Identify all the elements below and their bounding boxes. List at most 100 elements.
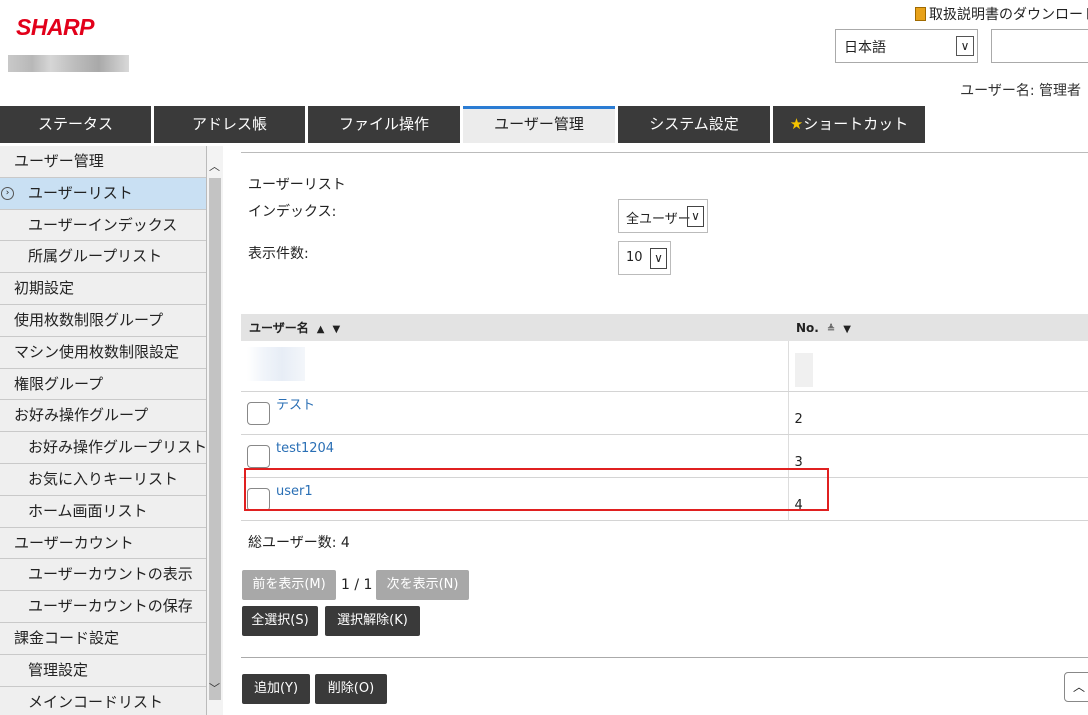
main-tabs: ステータス アドレス帳 ファイル操作 ユーザー管理 システム設定 ★ショートカッ… bbox=[0, 106, 1088, 143]
column-header-no[interactable]: No. ≜ ▼ bbox=[788, 314, 1088, 341]
no-cell: 4 bbox=[788, 477, 1088, 521]
column-header-no-label: No. bbox=[796, 320, 819, 335]
count-select-value: 10 bbox=[626, 250, 643, 265]
add-button[interactable]: 追加(Y) bbox=[242, 674, 310, 704]
sidebar-item-label: お好み操作グループリスト bbox=[28, 438, 207, 457]
divider bbox=[241, 152, 1088, 153]
filter-icon[interactable]: ▼ bbox=[843, 324, 851, 335]
tab-status[interactable]: ステータス bbox=[0, 106, 151, 143]
tab-shortcut[interactable]: ★ショートカット bbox=[773, 106, 925, 143]
sidebar-item-label: ユーザーリスト bbox=[28, 183, 133, 202]
index-select[interactable]: 全ユーザー ∨ bbox=[618, 199, 708, 233]
sidebar-item-favorite-group-list[interactable]: お好み操作グループリスト bbox=[0, 432, 206, 464]
count-select[interactable]: 10 ∨ bbox=[618, 241, 671, 275]
chevron-down-icon: ∨ bbox=[956, 36, 974, 56]
sidebar-item-user-count-save[interactable]: ユーザーカウントの保存 bbox=[0, 591, 206, 623]
index-select-value: 全ユーザー bbox=[626, 212, 691, 227]
scroll-down-icon[interactable]: ﹀ bbox=[209, 680, 220, 696]
no-cell: 3 bbox=[788, 434, 1088, 478]
sidebar-item-user-management[interactable]: ユーザー管理 bbox=[0, 146, 206, 178]
user-link[interactable]: test1204 bbox=[276, 441, 334, 456]
header-input[interactable] bbox=[991, 29, 1088, 63]
column-header-username-label: ユーザー名 bbox=[249, 321, 309, 335]
sidebar-item-favorite-group[interactable]: お好み操作グループ bbox=[0, 400, 206, 433]
sidebar-item-admin-settings[interactable]: 管理設定 bbox=[0, 655, 206, 687]
table-row: テスト 2 bbox=[241, 391, 1088, 435]
sidebar-item-page-limit-group[interactable]: 使用枚数制限グループ bbox=[0, 305, 206, 337]
chevron-down-icon: ∨ bbox=[687, 206, 704, 227]
no-cell: 2 bbox=[788, 391, 1088, 435]
sidebar-item-label: ユーザーインデックス bbox=[28, 215, 178, 234]
sidebar-item-favorite-key-list[interactable]: お気に入りキーリスト bbox=[0, 464, 206, 496]
star-icon: ★ bbox=[789, 115, 804, 133]
blurred-user bbox=[247, 347, 305, 381]
select-all-button[interactable]: 全選択(S) bbox=[242, 606, 318, 636]
sidebar-item-user-list[interactable]: › ユーザーリスト bbox=[0, 177, 206, 210]
sidebar-item-label: お気に入りキーリスト bbox=[28, 469, 179, 488]
page-indicator: 1 / 1 bbox=[341, 577, 373, 593]
user-link[interactable]: テスト bbox=[276, 398, 315, 413]
sidebar-item-label: 管理設定 bbox=[28, 660, 89, 679]
sidebar-scrollbar[interactable]: ︿ ﹀ bbox=[207, 146, 223, 715]
table-row bbox=[241, 341, 1088, 392]
prev-page-button[interactable]: 前を表示(M) bbox=[242, 570, 336, 600]
tab-user-management[interactable]: ユーザー管理 bbox=[463, 106, 615, 143]
logged-in-user: ユーザー名: 管理者 bbox=[960, 83, 1081, 99]
sidebar-item-label: 所属グループリスト bbox=[28, 247, 163, 266]
sidebar-item-machine-page-limit[interactable]: マシン使用枚数制限設定 bbox=[0, 337, 206, 369]
scroll-thumb[interactable] bbox=[209, 178, 221, 700]
device-name-blurred bbox=[8, 55, 129, 72]
tab-address-book-label: アドレス帳 bbox=[191, 115, 267, 133]
main-content: ユーザーリスト インデックス: 全ユーザー ∨ 表示件数: 10 ∨ ユーザー名… bbox=[224, 146, 1088, 715]
sidebar-item-billing-code[interactable]: 課金コード設定 bbox=[0, 623, 206, 655]
tab-user-management-label: ユーザー管理 bbox=[494, 115, 584, 133]
book-icon bbox=[915, 7, 926, 21]
highlight-box bbox=[244, 468, 829, 511]
sidebar-item-label: ユーザーカウントの保存 bbox=[28, 597, 193, 616]
sidebar-item-label: 使用枚数制限グループ bbox=[14, 310, 164, 329]
language-value: 日本語 bbox=[844, 40, 886, 56]
next-page-button[interactable]: 次を表示(N) bbox=[376, 570, 469, 600]
tab-file-operation[interactable]: ファイル操作 bbox=[308, 106, 460, 143]
row-checkbox[interactable] bbox=[247, 401, 270, 425]
user-cell: テスト bbox=[241, 391, 789, 435]
user-cell-blurred bbox=[241, 341, 789, 392]
tab-system-settings[interactable]: システム設定 bbox=[618, 106, 770, 143]
sidebar-item-label: マシン使用枚数制限設定 bbox=[14, 342, 180, 361]
sidebar-item-initial-settings[interactable]: 初期設定 bbox=[0, 273, 206, 305]
total-users-label: 総ユーザー数: bbox=[248, 535, 337, 551]
total-users: 総ユーザー数: 4 bbox=[248, 532, 350, 552]
column-header-username[interactable]: ユーザー名 ▲ ▼ bbox=[241, 314, 788, 341]
scroll-to-top-icon[interactable]: ︿ bbox=[1064, 672, 1088, 702]
delete-button[interactable]: 削除(O) bbox=[315, 674, 387, 704]
divider bbox=[241, 657, 1088, 658]
sort-asc-icon[interactable]: ▲ bbox=[317, 324, 325, 335]
section-title: ユーザーリスト bbox=[248, 177, 346, 193]
index-label: インデックス: bbox=[248, 204, 337, 220]
scroll-up-icon[interactable]: ︿ bbox=[209, 158, 220, 174]
sidebar-item-user-count[interactable]: ユーザーカウント bbox=[0, 528, 206, 560]
sidebar-item-authority-group[interactable]: 権限グループ bbox=[0, 369, 206, 401]
sidebar-item-user-count-display[interactable]: ユーザーカウントの表示 bbox=[0, 559, 206, 592]
sidebar-item-label: メインコードリスト bbox=[28, 692, 164, 711]
no-cell-blurred bbox=[788, 341, 1088, 392]
header: SHARP 取扱説明書のダウンロード 日本語 ∨ ユーザー名: 管理者 bbox=[0, 0, 1088, 106]
sidebar-item-user-index[interactable]: ユーザーインデックス bbox=[0, 210, 206, 242]
sidebar-item-label: 権限グループ bbox=[14, 374, 104, 393]
tab-address-book[interactable]: アドレス帳 bbox=[154, 106, 305, 143]
filter-icon[interactable]: ▼ bbox=[332, 324, 340, 335]
tab-shortcut-label: ショートカット bbox=[803, 115, 909, 133]
sidebar-item-main-code-list[interactable]: メインコードリスト bbox=[0, 687, 206, 715]
chevron-right-circle-icon: › bbox=[1, 186, 14, 200]
sharp-logo: SHARP bbox=[16, 14, 95, 40]
deselect-button[interactable]: 選択解除(K) bbox=[325, 606, 420, 636]
sort-icon[interactable]: ≜ bbox=[827, 324, 835, 335]
manual-download-label: 取扱説明書のダウンロード bbox=[929, 7, 1088, 23]
language-select[interactable]: 日本語 ∨ bbox=[835, 29, 978, 63]
sidebar-item-label: お好み操作グループ bbox=[14, 406, 149, 425]
row-checkbox[interactable] bbox=[247, 444, 270, 468]
sidebar-item-label: ユーザーカウントの表示 bbox=[28, 565, 193, 584]
manual-download-link[interactable]: 取扱説明書のダウンロード bbox=[915, 4, 1088, 24]
sidebar-item-group-list[interactable]: 所属グループリスト bbox=[0, 241, 206, 274]
sidebar-item-home-screen-list[interactable]: ホーム画面リスト bbox=[0, 496, 206, 528]
